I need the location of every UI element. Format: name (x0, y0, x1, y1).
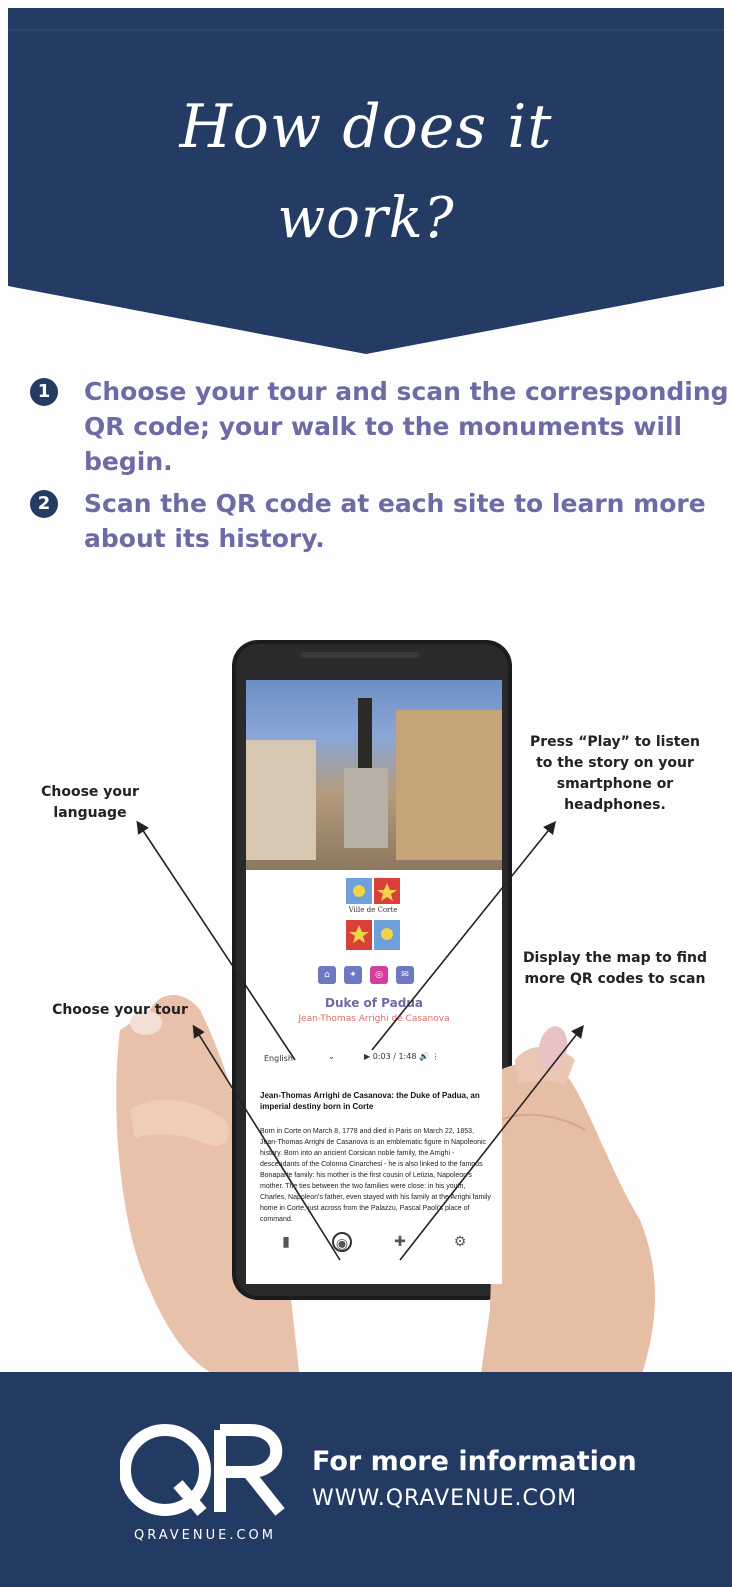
callout-tour: Choose your tour (52, 1002, 188, 1018)
callout-play: Press “Play” to listen to the story on y… (530, 734, 700, 813)
more-info-title: For more information (312, 1446, 637, 1477)
arrow-tour (192, 1024, 341, 1261)
callout-map: Display the map to find more QR codes to… (522, 950, 708, 987)
arrow-play (371, 821, 557, 1051)
arrow-map (399, 1024, 584, 1261)
qr-logo (120, 1424, 285, 1516)
brochure-page: How does it work? 1 Choose your tour and… (0, 0, 732, 1587)
callout-language: Choose your language (41, 784, 139, 821)
arrow-language (136, 820, 296, 1061)
footer-band: QRAVENUE.COM For more information WWW.QR… (0, 1372, 732, 1587)
website-link[interactable]: WWW.QRAVENUE.COM (312, 1486, 722, 1511)
logo-caption: QRAVENUE.COM (133, 1528, 277, 1543)
